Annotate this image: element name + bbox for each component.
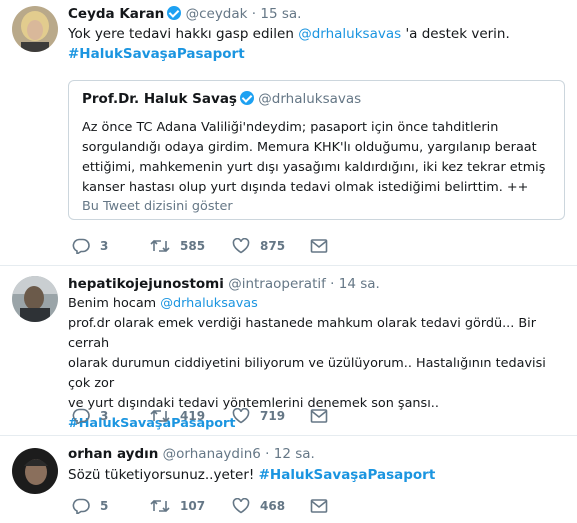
text-segment: 'a destek verin. — [401, 26, 510, 42]
tweet[interactable]: hepatikojejunostomi @intraoperatif · 14 … — [0, 266, 577, 436]
verified-icon — [167, 6, 182, 20]
quote-line: sorgulandığı odaya girdim. Memura KHK'lı… — [82, 140, 537, 155]
retweet-button[interactable]: 419 — [150, 408, 205, 424]
like-count: 719 — [260, 409, 286, 423]
like-icon — [232, 498, 250, 514]
reply-icon — [72, 238, 90, 254]
text-segment: Benim hocam — [68, 296, 161, 311]
reply-button[interactable]: 3 — [72, 408, 108, 424]
quoted-tweet[interactable]: Prof.Dr. Haluk Savaş @drhaluksavas Az ön… — [68, 80, 565, 220]
retweet-button[interactable]: 107 — [150, 498, 205, 514]
author-name[interactable]: hepatikojejunostomi — [68, 276, 224, 292]
quote-author-handle: @drhaluksavas — [258, 91, 362, 107]
tweet-text: Yok yere tedavi hakkı gasp edilen @drhal… — [68, 24, 568, 64]
separator: · — [265, 446, 270, 462]
tweet-header: hepatikojejunostomi @intraoperatif · 14 … — [68, 276, 380, 292]
timestamp[interactable]: 14 sa. — [339, 276, 380, 292]
tweet-header: orhan aydın @orhanaydin6 · 12 sa. — [68, 446, 315, 462]
text-line: olarak durumun ciddiyetini biliyorum ve … — [68, 356, 546, 391]
like-button[interactable]: 875 — [232, 238, 285, 254]
message-icon — [310, 409, 328, 423]
author-name[interactable]: orhan aydın — [68, 446, 158, 462]
separator: · — [330, 276, 335, 292]
quote-line: Az önce TC Adana Valiliği'ndeydim; pasap… — [82, 120, 499, 135]
quote-header: Prof.Dr. Haluk Savaş @drhaluksavas — [82, 91, 361, 107]
direct-message-button[interactable] — [310, 408, 328, 424]
text-segment: Yok yere tedavi hakkı gasp edilen — [68, 26, 299, 42]
timestamp[interactable]: 12 sa. — [274, 446, 315, 462]
quote-line: ettiğimi, mahkemenin yurt dışı yasağımı … — [82, 160, 546, 175]
hashtag-link[interactable]: #HalukSavaşaPasaport — [68, 46, 245, 62]
reply-button[interactable]: 3 — [72, 238, 108, 254]
like-count: 468 — [260, 499, 286, 513]
retweet-count: 419 — [180, 409, 206, 423]
avatar[interactable] — [12, 6, 58, 52]
avatar[interactable] — [12, 448, 58, 494]
like-count: 875 — [260, 239, 286, 253]
text-line: prof.dr olarak emek verdiği hastanede ma… — [68, 316, 536, 351]
tweet[interactable]: Ceyda Karan @ceydak · 15 sa. Yok yere te… — [0, 0, 577, 266]
reply-count: 3 — [100, 409, 109, 423]
verified-icon — [239, 91, 254, 105]
timestamp[interactable]: 15 sa. — [260, 6, 301, 22]
reply-icon — [72, 498, 90, 514]
mention-link[interactable]: @drhaluksavas — [160, 296, 258, 311]
direct-message-button[interactable] — [310, 498, 328, 514]
reply-count: 3 — [100, 239, 109, 253]
message-icon — [310, 499, 328, 513]
tweet[interactable]: orhan aydın @orhanaydin6 · 12 sa. Sözü t… — [0, 436, 577, 523]
retweet-button[interactable]: 585 — [150, 238, 205, 254]
retweet-icon — [150, 409, 170, 423]
author-handle[interactable]: @intraoperatif — [228, 276, 326, 292]
author-handle[interactable]: @ceydak — [186, 6, 248, 22]
reply-count: 5 — [100, 499, 109, 513]
avatar[interactable] — [12, 276, 58, 322]
like-button[interactable]: 468 — [232, 498, 285, 514]
hashtag-link[interactable]: #HalukSavaşaPasaport — [259, 467, 436, 483]
like-icon — [232, 408, 250, 424]
quote-text: Az önce TC Adana Valiliği'ndeydim; pasap… — [82, 118, 560, 198]
author-name[interactable]: Ceyda Karan — [68, 6, 164, 22]
retweet-icon — [150, 499, 170, 513]
author-handle[interactable]: @orhanaydin6 — [163, 446, 261, 462]
message-icon — [310, 239, 328, 253]
direct-message-button[interactable] — [310, 238, 328, 254]
mention-link[interactable]: @drhaluksavas — [298, 26, 401, 42]
reply-icon — [72, 408, 90, 424]
retweet-icon — [150, 239, 170, 253]
reply-button[interactable]: 5 — [72, 498, 108, 514]
tweet-header: Ceyda Karan @ceydak · 15 sa. — [68, 6, 301, 22]
retweet-count: 107 — [180, 499, 206, 513]
show-thread-link[interactable]: Bu Tweet dizisini göster — [82, 199, 233, 214]
like-icon — [232, 238, 250, 254]
quote-line: kanser hastası olup yurt dışında tedavi … — [82, 180, 529, 195]
quote-author-name: Prof.Dr. Haluk Savaş — [82, 91, 237, 107]
text-segment: Sözü tüketiyorsunuz..yeter! — [68, 467, 259, 483]
tweet-text: Sözü tüketiyorsunuz..yeter! #HalukSavaşa… — [68, 465, 568, 485]
retweet-count: 585 — [180, 239, 206, 253]
separator: · — [251, 6, 257, 22]
like-button[interactable]: 719 — [232, 408, 285, 424]
